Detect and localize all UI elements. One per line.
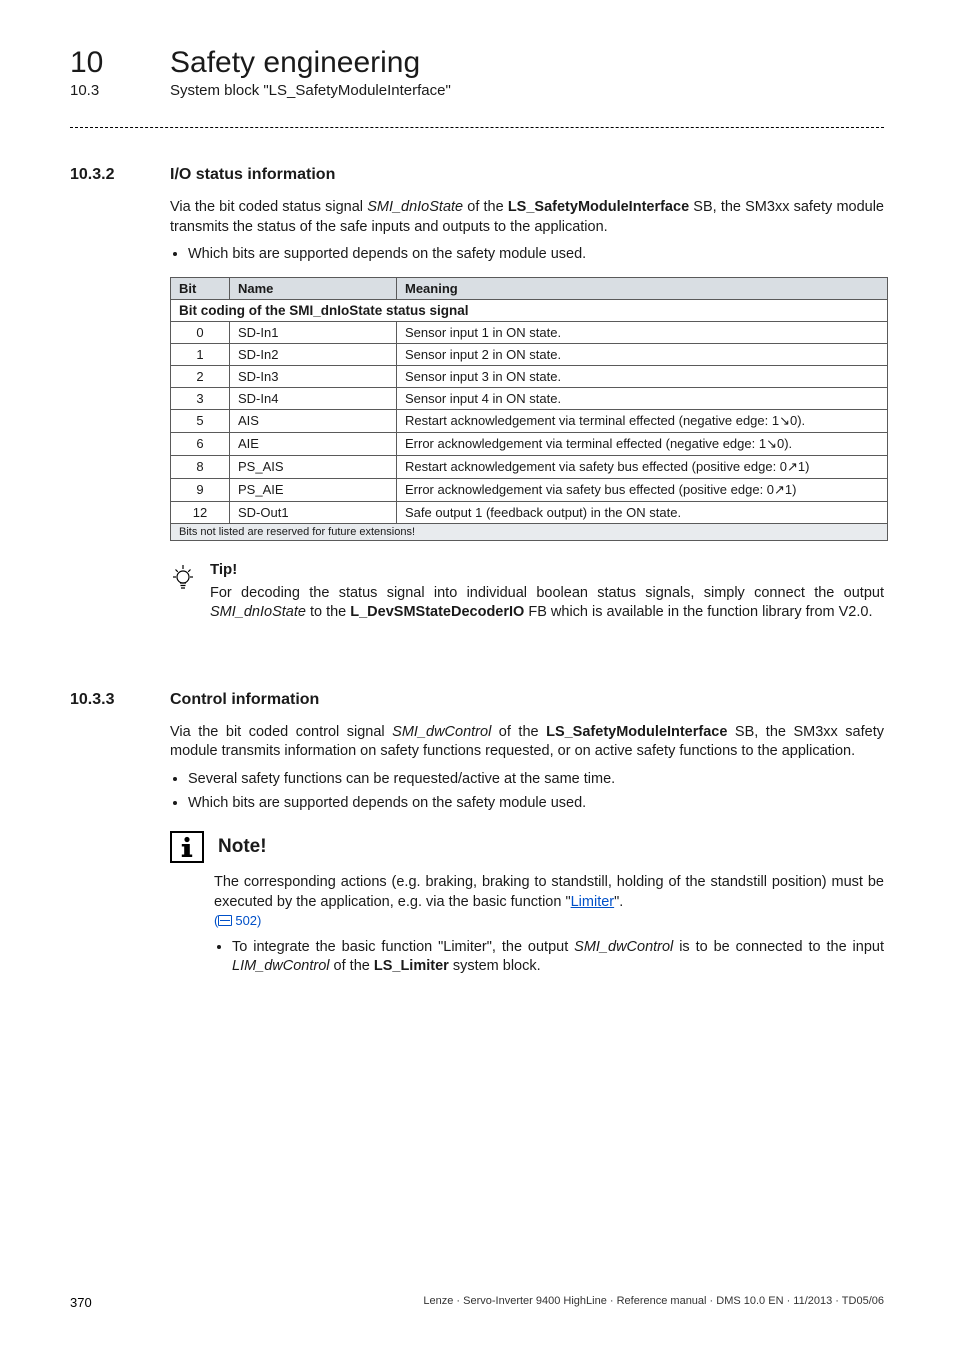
page-ref[interactable]: (502) <box>214 913 261 928</box>
bit-coding-table: Bit coding of the SMI_dnIoState status s… <box>170 277 888 541</box>
sb-name: LS_SafetyModuleInterface <box>508 199 689 215</box>
bullet: Several safety functions can be requeste… <box>188 770 884 790</box>
section-title: System block "LS_SafetyModuleInterface" <box>170 82 451 99</box>
text: Via the bit coded status signal <box>170 199 367 215</box>
subsection-heading-1032: 10.3.2 I/O status information <box>70 166 884 184</box>
page-header-line1: 10 Safety engineering <box>70 46 884 80</box>
limiter-link[interactable]: Limiter <box>571 894 615 910</box>
table-row: 8PS_AISRestart acknowledgement via safet… <box>171 455 888 478</box>
table-row: 12SD-Out1Safe output 1 (feedback output)… <box>171 501 888 523</box>
paragraph-1033: Via the bit coded control signal SMI_dwC… <box>170 723 884 813</box>
table-row: 3SD-In4Sensor input 4 in ON state. <box>171 387 888 409</box>
note-block: Note! The corresponding actions (e.g. br… <box>170 831 884 977</box>
page-header-line2: 10.3 System block "LS_SafetyModuleInterf… <box>70 82 884 99</box>
sb-name: LS_SafetyModuleInterface <box>546 724 727 740</box>
table-row: 0SD-In1Sensor input 1 in ON state. <box>171 321 888 343</box>
text: Via the bit coded control signal <box>170 724 392 740</box>
col-bit: Bit <box>171 277 230 299</box>
signal-name: SMI_dnIoState <box>367 199 463 215</box>
tip-text: For decoding the status signal into indi… <box>210 584 884 623</box>
table-row: 1SD-In2Sensor input 2 in ON state. <box>171 343 888 365</box>
col-meaning: Meaning <box>397 277 888 299</box>
bullet: Which bits are supported depends on the … <box>188 245 884 265</box>
table-footnote: Bits not listed are reserved for future … <box>171 523 888 540</box>
subsection-title: Control information <box>170 691 319 709</box>
chapter-title: Safety engineering <box>170 46 420 80</box>
subsection-num: 10.3.2 <box>70 166 140 184</box>
bullet: Which bits are supported depends on the … <box>188 794 884 814</box>
page-number: 370 <box>70 1295 92 1310</box>
text: of the <box>463 199 508 215</box>
table-row: 5AISRestart acknowledgement via terminal… <box>171 409 888 432</box>
note-bullet: To integrate the basic function "Limiter… <box>232 938 884 977</box>
text: of the <box>491 724 546 740</box>
signal-name: SMI_dwControl <box>392 724 491 740</box>
table-title: Bit coding of the SMI_dnIoState status s… <box>171 299 888 321</box>
note-title: Note! <box>218 836 267 858</box>
tip-block: Tip! For decoding the status signal into… <box>170 561 884 623</box>
page-footer: 370 Lenze · Servo-Inverter 9400 HighLine… <box>70 1295 884 1310</box>
table-row: 6AIEError acknowledgement via terminal e… <box>171 432 888 455</box>
col-name: Name <box>230 277 397 299</box>
chapter-number: 10 <box>70 46 130 80</box>
table-row: 2SD-In3Sensor input 3 in ON state. <box>171 365 888 387</box>
subsection-title: I/O status information <box>170 166 335 184</box>
subsection-num: 10.3.3 <box>70 691 140 709</box>
table-row: 9PS_AIEError acknowledgement via safety … <box>171 478 888 501</box>
lightbulb-icon <box>170 563 196 598</box>
section-number: 10.3 <box>70 82 130 99</box>
tip-title: Tip! <box>210 561 884 578</box>
note-body: The corresponding actions (e.g. braking,… <box>214 873 884 977</box>
subsection-heading-1033: 10.3.3 Control information <box>70 691 884 709</box>
footer-line: Lenze · Servo-Inverter 9400 HighLine · R… <box>423 1295 884 1310</box>
book-icon <box>218 915 232 926</box>
header-divider <box>70 127 884 128</box>
info-icon <box>170 831 204 863</box>
paragraph-1032: Via the bit coded status signal SMI_dnIo… <box>170 198 884 265</box>
